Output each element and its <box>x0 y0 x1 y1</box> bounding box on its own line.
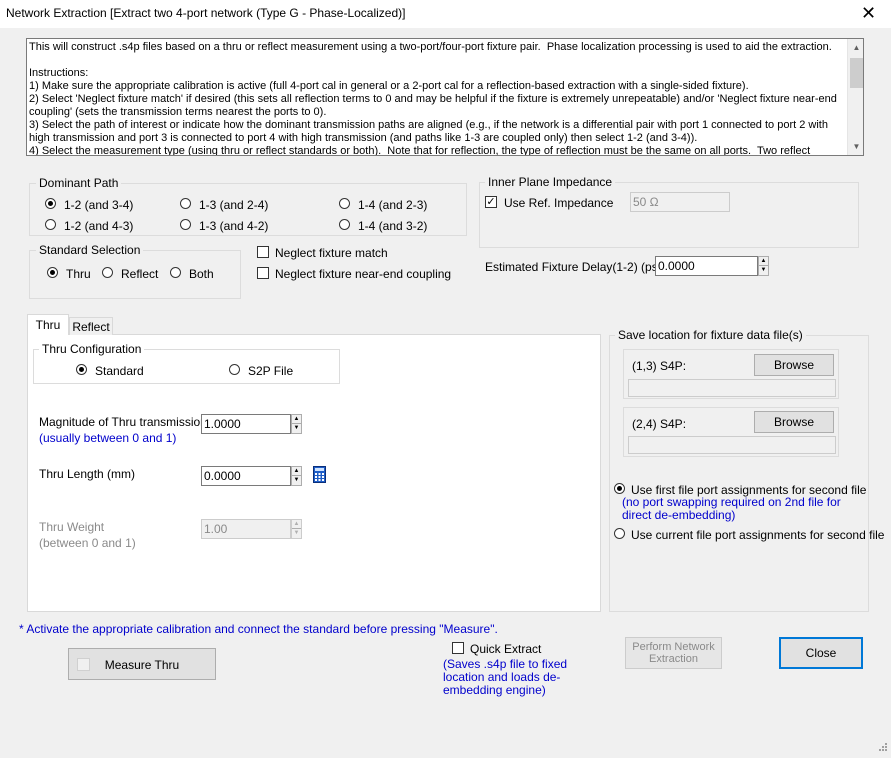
scroll-thumb[interactable] <box>850 58 863 88</box>
spin-up-icon[interactable]: ▲ <box>292 467 301 476</box>
thru-length-spinner[interactable]: ▲ ▼ <box>291 466 302 486</box>
thru-weight-hint: (between 0 and 1) <box>39 536 136 550</box>
radio-path-1[interactable] <box>180 198 191 209</box>
thru-weight-spinner[interactable]: ▲ ▼ <box>291 519 302 539</box>
close-button[interactable]: Close <box>779 637 863 669</box>
fixture-delay-label: Estimated Fixture Delay(1-2) (ps) <box>485 260 662 274</box>
fixture-delay-spinner[interactable]: ▲ ▼ <box>758 256 769 276</box>
quick-extract-checkbox[interactable] <box>452 642 464 654</box>
browse-file1-button[interactable]: Browse <box>754 354 834 376</box>
radio-assign-first[interactable] <box>614 483 625 494</box>
neglect-coupling-label[interactable]: Neglect fixture near-end coupling <box>275 267 451 281</box>
spin-down-icon[interactable]: ▼ <box>759 266 768 275</box>
assign-first-hint: (no port swapping required on 2nd file f… <box>622 495 841 522</box>
thru-config-label: Thru Configuration <box>39 342 145 356</box>
file1-path-field[interactable] <box>628 379 836 397</box>
radio-standard-reflect[interactable] <box>102 267 113 278</box>
thru-weight-input[interactable]: 1.00 <box>201 519 291 539</box>
inner-plane-label: Inner Plane Impedance <box>485 175 616 189</box>
radio-path-5-label[interactable]: 1-4 (and 3-2) <box>358 219 427 233</box>
title-bar: Network Extraction [Extract two 4-port n… <box>0 0 891 28</box>
radio-assign-current[interactable] <box>614 528 625 539</box>
quick-extract-hint: (Saves .s4p file to fixed location and l… <box>443 657 568 697</box>
radio-standard-both[interactable] <box>170 267 181 278</box>
window-title: Network Extraction [Extract two 4-port n… <box>6 6 406 20</box>
thru-length-input[interactable]: 0.0000 <box>201 466 291 486</box>
radio-standard-reflect-label[interactable]: Reflect <box>121 267 158 281</box>
radio-path-0-label[interactable]: 1-2 (and 3-4) <box>64 198 133 212</box>
fixture-delay-input[interactable]: 0.0000 <box>655 256 758 276</box>
tab-thru[interactable]: Thru <box>27 314 69 335</box>
radio-path-2[interactable] <box>339 198 350 209</box>
radio-path-4-label[interactable]: 1-3 (and 4-2) <box>199 219 268 233</box>
spin-up-icon[interactable]: ▲ <box>292 520 301 529</box>
impedance-field[interactable]: 50 Ω <box>630 192 730 212</box>
close-icon[interactable]: ✕ <box>846 0 891 28</box>
standard-selection-label: Standard Selection <box>36 243 144 257</box>
radio-config-standard[interactable] <box>76 364 87 375</box>
magnitude-spinner[interactable]: ▲ ▼ <box>291 414 302 434</box>
radio-standard-thru[interactable] <box>47 267 58 278</box>
magnitude-input[interactable]: 1.0000 <box>201 414 291 434</box>
radio-path-1-label[interactable]: 1-3 (and 2-4) <box>199 198 268 212</box>
radio-config-standard-label[interactable]: Standard <box>95 364 144 378</box>
neglect-match-checkbox[interactable] <box>257 246 269 258</box>
radio-config-s2p-label[interactable]: S2P File <box>248 364 293 378</box>
measure-thru-button[interactable]: Measure Thru <box>68 648 216 680</box>
use-ref-impedance-checkbox[interactable]: ✓ <box>485 196 497 208</box>
perform-extraction-button[interactable]: Perform Network Extraction <box>625 637 722 669</box>
instructions-scrollbar[interactable]: ▲ ▼ <box>847 39 863 155</box>
neglect-match-label[interactable]: Neglect fixture match <box>275 246 388 260</box>
spin-down-icon[interactable]: ▼ <box>292 424 301 433</box>
spin-up-icon[interactable]: ▲ <box>759 257 768 266</box>
radio-path-0[interactable] <box>45 198 56 209</box>
instructions-text: This will construct .s4p files based on … <box>29 41 837 156</box>
spin-down-icon[interactable]: ▼ <box>292 476 301 485</box>
save-location-label: Save location for fixture data file(s) <box>615 328 806 342</box>
radio-standard-thru-label[interactable]: Thru <box>66 267 91 281</box>
radio-path-5[interactable] <box>339 219 350 230</box>
thru-length-label: Thru Length (mm) <box>39 467 136 481</box>
resize-grip-icon[interactable] <box>876 742 888 754</box>
radio-path-3-label[interactable]: 1-2 (and 4-3) <box>64 219 133 233</box>
radio-path-2-label[interactable]: 1-4 (and 2-3) <box>358 198 427 212</box>
file1-label: (1,3) S4P: <box>632 359 687 373</box>
radio-path-4[interactable] <box>180 219 191 230</box>
radio-config-s2p[interactable] <box>229 364 240 375</box>
measure-thru-label: Measure Thru <box>104 658 180 672</box>
thru-weight-label: Thru Weight <box>39 520 105 534</box>
instructions-box[interactable]: This will construct .s4p files based on … <box>26 38 864 156</box>
quick-extract-label[interactable]: Quick Extract <box>470 642 541 656</box>
tab-reflect[interactable]: Reflect <box>69 317 113 335</box>
neglect-coupling-checkbox[interactable] <box>257 267 269 279</box>
scroll-up-icon[interactable]: ▲ <box>848 39 863 56</box>
dominant-path-label: Dominant Path <box>36 176 122 190</box>
radio-path-3[interactable] <box>45 219 56 230</box>
assign-current-label[interactable]: Use current file port assignments for se… <box>631 528 884 542</box>
use-ref-impedance-label[interactable]: Use Ref. Impedance <box>504 196 613 210</box>
scroll-down-icon[interactable]: ▼ <box>848 138 863 155</box>
spin-up-icon[interactable]: ▲ <box>292 415 301 424</box>
magnitude-label: Magnitude of Thru transmission <box>39 415 207 429</box>
radio-standard-both-label[interactable]: Both <box>189 267 214 281</box>
measure-notice: * Activate the appropriate calibration a… <box>19 622 498 636</box>
file2-label: (2,4) S4P: <box>632 417 687 431</box>
calculator-icon[interactable] <box>313 466 326 483</box>
spin-down-icon[interactable]: ▼ <box>292 529 301 538</box>
magnitude-hint: (usually between 0 and 1) <box>39 431 177 445</box>
file2-path-field[interactable] <box>628 436 836 454</box>
browse-file2-button[interactable]: Browse <box>754 411 834 433</box>
